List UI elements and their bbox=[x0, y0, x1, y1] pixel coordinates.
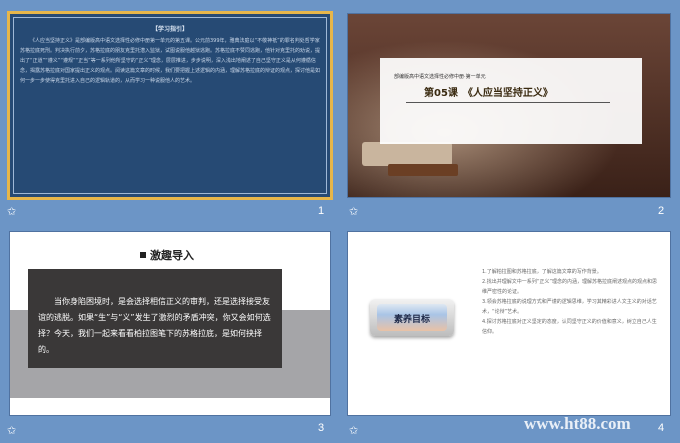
slide-2-animation-star-icon[interactable]: ✩ bbox=[349, 206, 360, 217]
watermark-brand: 育星教育网 bbox=[508, 389, 633, 417]
title-underline bbox=[406, 102, 610, 103]
slide-3-body: 当你身陷困境时，是会选择相信正义的审判，还是选择接受友谊的逃脱。如果“生”与“义… bbox=[38, 297, 271, 354]
slide-thumbnail-1[interactable]: 【学习指引】 《人应当坚持正义》是部编版高中语文选择性必修中册第一单元的第五课。… bbox=[0, 0, 340, 225]
list-item: 1.了解柏拉图和苏格拉底，了解这篇文章的写作背景。 bbox=[482, 269, 602, 275]
slide-3-heading: 激趣导入 bbox=[150, 249, 194, 262]
objective-button-label: 素养目标 bbox=[393, 315, 430, 325]
slide-1-animation-star-icon[interactable]: ✩ bbox=[7, 206, 18, 217]
list-item: 2.找出并理解文中一系列“正义”理念的内涵，理解苏格拉底阐述观点的观点和思维严密… bbox=[482, 279, 657, 295]
title-card bbox=[380, 58, 642, 144]
bullet-square-icon bbox=[140, 252, 146, 258]
slide-2-canvas: 部编版高中语文选择性必修中册·第一单元 第05课 《人应当坚持正义》 bbox=[348, 14, 670, 197]
slide-4-animation-star-icon[interactable]: ✩ bbox=[349, 425, 360, 436]
objective-button-face: 素养目标 bbox=[377, 304, 447, 331]
slide-2-subtitle: 部编版高中语文选择性必修中册·第一单元 bbox=[394, 74, 486, 80]
slide-3-number: 3 bbox=[318, 422, 325, 434]
slide-4-number: 4 bbox=[658, 422, 665, 434]
objective-button: 素养目标 bbox=[370, 299, 454, 336]
slide-3-canvas: 激趣导入 当你身陷困境时，是会选择相信正义的审判，还是选择接受友谊的逃脱。如果“… bbox=[10, 232, 330, 415]
list-item: 3.领会苏格拉底的说理方式和严谨的逻辑思维，学习其精彩进人文主义的对话艺术，“论… bbox=[482, 299, 657, 315]
list-item: 4.探讨苏格拉底对正义坚定的态度，认同坚守正义的价值和意义，树立自己人生信仰。 bbox=[482, 319, 657, 335]
slide-2-number: 2 bbox=[658, 205, 665, 217]
slide-1-number: 1 bbox=[318, 205, 325, 217]
book-image bbox=[362, 142, 452, 166]
selection-border bbox=[7, 11, 333, 200]
slide-thumbnail-2[interactable]: 部编版高中语文选择性必修中册·第一单元 第05课 《人应当坚持正义》 ✩ 2 bbox=[340, 0, 680, 225]
scale-base-image bbox=[388, 164, 458, 176]
slide-2-title: 第05课 《人应当坚持正义》 bbox=[424, 88, 553, 99]
slide-3-animation-star-icon[interactable]: ✩ bbox=[7, 425, 18, 436]
objective-list: 1.了解柏拉图和苏格拉底，了解这篇文章的写作背景。 2.找出并理解文中一系列“正… bbox=[482, 267, 660, 337]
slide-thumbnail-3[interactable]: 激趣导入 当你身陷困境时，是会选择相信正义的审判，还是选择接受友谊的逃脱。如果“… bbox=[0, 225, 340, 443]
watermark-url: www.ht88.com bbox=[524, 414, 631, 433]
